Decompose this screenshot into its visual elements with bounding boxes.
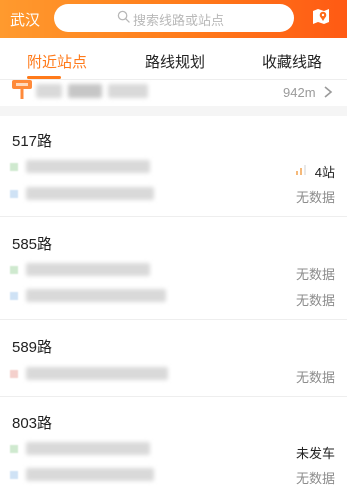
arrival-status: 无数据 [295, 267, 335, 282]
direction-text-blurred [26, 160, 150, 173]
station-name-blurred [68, 84, 102, 98]
arrival-status: 未发车 [295, 446, 335, 461]
card-separator [0, 396, 347, 397]
arrival-status: 无数据 [295, 190, 335, 205]
route-name: 585路 [12, 236, 53, 253]
city-selector[interactable]: 武汉 [10, 9, 40, 30]
direction-dot [10, 266, 18, 274]
arrival-status: 无数据 [295, 370, 335, 385]
direction-dot [10, 471, 18, 479]
section-separator [0, 106, 347, 116]
direction-dot [10, 292, 18, 300]
station-name-blurred [36, 84, 62, 98]
card-separator [0, 216, 347, 217]
arrival-status: 4站 [314, 165, 335, 180]
station-distance: 942m [283, 85, 316, 100]
search-placeholder: 搜索线路或站点 [133, 13, 225, 28]
station-name-blurred [108, 84, 148, 98]
direction-dot [10, 190, 18, 198]
map-pin-icon[interactable] [311, 6, 331, 26]
route-name: 517路 [12, 133, 53, 150]
arrival-status: 无数据 [295, 471, 335, 486]
direction-dot [10, 163, 18, 171]
direction-text-blurred [26, 367, 168, 380]
card-separator [0, 319, 347, 320]
signal-icon [296, 165, 307, 175]
direction-text-blurred [26, 468, 154, 481]
search-box[interactable]: 搜索线路或站点 [54, 4, 294, 32]
nearby-station-row[interactable]: 942m [0, 80, 347, 106]
search-icon [117, 10, 130, 23]
direction-text-blurred [26, 289, 166, 302]
tab-route-planning[interactable]: 路线规划 [145, 51, 205, 72]
direction-dot [10, 445, 18, 453]
route-name: 803路 [12, 415, 53, 432]
bus-stop-icon [12, 80, 32, 99]
direction-dot [10, 370, 18, 378]
direction-text-blurred [26, 263, 150, 276]
top-bar: 武汉 搜索线路或站点 [0, 0, 347, 38]
tab-bar: 附近站点 路线规划 收藏线路 [0, 38, 347, 80]
tab-favorite-routes[interactable]: 收藏线路 [262, 51, 322, 72]
arrival-status: 无数据 [295, 293, 335, 308]
tab-nearby-stations[interactable]: 附近站点 [27, 51, 87, 72]
route-name: 589路 [12, 339, 53, 356]
chevron-right-icon [324, 86, 333, 98]
direction-text-blurred [26, 187, 154, 200]
direction-text-blurred [26, 442, 150, 455]
